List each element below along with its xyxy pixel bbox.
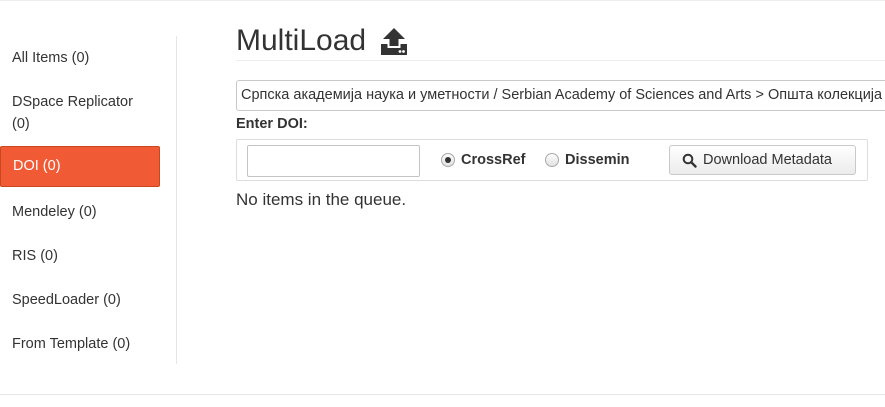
dissemin-radio[interactable] — [545, 153, 559, 167]
title-divider — [236, 60, 885, 61]
sidebar-item-speedloader[interactable]: SpeedLoader (0) — [0, 289, 160, 311]
page-title: MultiLoad — [236, 24, 367, 57]
sidebar: All Items (0) DSpace Replicator (0) DOI … — [0, 36, 177, 364]
queue-status: No items in the queue. — [236, 190, 407, 209]
doi-panel: CrossRef Dissemin Download Metadata — [236, 139, 868, 181]
doi-input[interactable] — [247, 145, 420, 177]
sidebar-item-doi[interactable]: DOI (0) — [0, 146, 160, 187]
doi-label: Enter DOI: — [236, 116, 308, 132]
crossref-label[interactable]: CrossRef — [461, 152, 525, 168]
search-icon — [682, 153, 697, 172]
collection-select[interactable]: Српска академија наука и уметности / Ser… — [236, 80, 885, 111]
sidebar-item-from-template[interactable]: From Template (0) — [0, 333, 160, 355]
footer-divider — [0, 394, 885, 395]
upload-icon — [378, 27, 410, 57]
crossref-radio[interactable] — [441, 153, 455, 167]
download-metadata-button[interactable]: Download Metadata — [669, 145, 856, 175]
sidebar-item-all-items[interactable]: All Items (0) — [0, 47, 160, 69]
sidebar-item-ris[interactable]: RIS (0) — [0, 245, 160, 267]
top-divider — [0, 0, 885, 1]
sidebar-item-mendeley[interactable]: Mendeley (0) — [0, 201, 160, 223]
dissemin-label[interactable]: Dissemin — [565, 152, 629, 168]
download-metadata-label: Download Metadata — [703, 152, 832, 168]
sidebar-item-dspace-replicator[interactable]: DSpace Replicator (0) — [0, 91, 160, 135]
